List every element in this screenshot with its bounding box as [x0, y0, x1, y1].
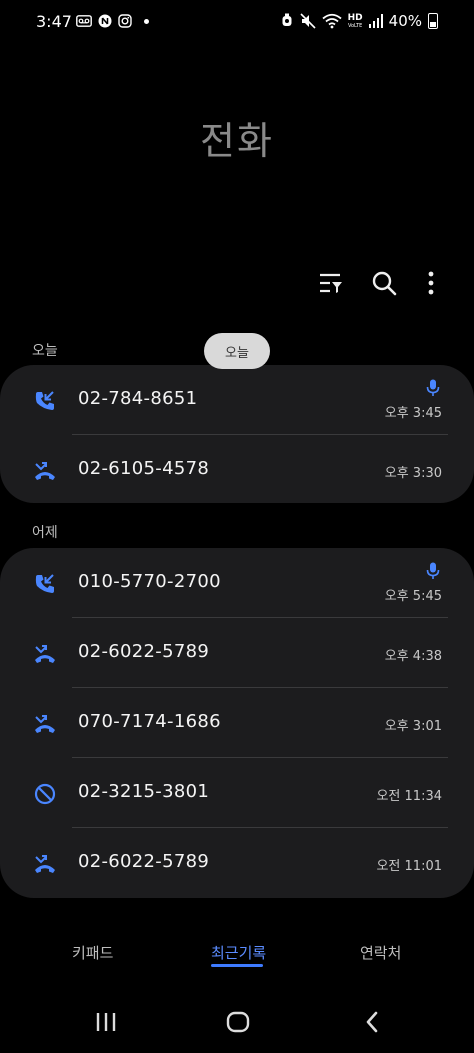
battery-icon: [428, 13, 438, 29]
call-time: 오후 3:45: [384, 406, 442, 421]
call-time: 오후 4:38: [384, 649, 442, 664]
blocked-call-icon: [33, 782, 57, 806]
tab-recents[interactable]: 최근기록: [211, 942, 266, 963]
instagram-icon: [118, 14, 132, 28]
phone-number: 010-5770-2700: [78, 571, 221, 592]
call-time: 오전 11:01: [376, 859, 442, 874]
missed-call-icon: [33, 852, 57, 876]
more-options-button[interactable]: [414, 266, 448, 300]
filter-button[interactable]: [314, 266, 348, 300]
call-log-row[interactable]: 070-7174-1686 오후 3:01: [0, 688, 474, 758]
call-time: 오후 5:45: [384, 589, 442, 604]
status-time: 3:47: [36, 12, 72, 31]
call-log-row[interactable]: 02-6105-4578 오후 3:30: [0, 435, 474, 505]
call-log-card-today: 02-784-8651 오후 3:45 02-6105-4578 오후 3:30: [0, 365, 474, 503]
call-time: 오후 3:01: [384, 719, 442, 734]
phone-number: 02-784-8651: [78, 388, 198, 409]
incoming-call-icon: [33, 572, 57, 596]
incoming-call-icon: [33, 389, 57, 413]
phone-number: 02-3215-3801: [78, 781, 210, 802]
recording-icon: [426, 379, 440, 397]
home-button[interactable]: [218, 1008, 258, 1036]
section-label-today: 오늘: [32, 343, 58, 359]
call-time: 오후 3:30: [384, 466, 442, 481]
missed-call-icon: [33, 642, 57, 666]
more-vertical-icon: [428, 271, 434, 295]
search-icon: [372, 271, 397, 296]
phone-number: 02-6022-5789: [78, 641, 210, 662]
naver-app-icon: [98, 14, 112, 28]
more-notifications-dot: [144, 18, 149, 24]
call-log-card-yesterday: 010-5770-2700 오후 5:45 02-6022-5789 오후 4:…: [0, 548, 474, 898]
bottom-tab-bar: 키패드 최근기록 연락처: [0, 934, 474, 974]
phone-number: 070-7174-1686: [78, 711, 221, 732]
search-button[interactable]: [367, 266, 401, 300]
missed-call-icon: [33, 712, 57, 736]
phone-number: 02-6022-5789: [78, 851, 210, 872]
call-log-row[interactable]: 02-784-8651 오후 3:45: [0, 365, 474, 435]
filter-list-icon: [320, 273, 342, 293]
recording-icon: [426, 562, 440, 580]
system-status-icons: HD VoLTE 40%: [280, 12, 438, 30]
phone-number: 02-6105-4578: [78, 458, 210, 479]
system-nav-bar: [0, 1000, 474, 1053]
battery-percent: 40%: [388, 12, 422, 30]
recent-apps-icon: [96, 1013, 116, 1031]
tab-keypad[interactable]: 키패드: [72, 942, 113, 963]
active-tab-indicator: [211, 964, 263, 967]
home-icon: [226, 1011, 250, 1033]
wifi-icon: [322, 13, 342, 29]
call-log-row[interactable]: 02-6022-5789 오후 4:38: [0, 618, 474, 688]
date-scroll-chip: 오늘: [204, 333, 270, 369]
call-log-row[interactable]: 010-5770-2700 오후 5:45: [0, 548, 474, 618]
call-log-row[interactable]: 02-3215-3801 오전 11:34: [0, 758, 474, 828]
section-label-yesterday: 어제: [32, 525, 58, 541]
back-icon: [366, 1011, 378, 1033]
recent-apps-button[interactable]: [86, 1008, 126, 1036]
alarm-icon: [282, 13, 292, 26]
mute-icon: [300, 13, 316, 29]
signal-icon: [368, 14, 383, 28]
call-time: 오전 11:34: [376, 789, 442, 804]
tab-contacts[interactable]: 연락처: [360, 942, 401, 963]
status-bar: 3:47 HD VoLTE 40%: [0, 0, 474, 42]
missed-call-icon: [33, 459, 57, 483]
notification-icons: [76, 14, 149, 28]
call-log-row[interactable]: 02-6022-5789 오전 11:01: [0, 828, 474, 898]
hd-voice-indicator: HD VoLTE: [347, 12, 363, 29]
page-title: 전화: [200, 119, 274, 163]
back-button[interactable]: [352, 1008, 392, 1036]
voicemail-icon: [76, 15, 92, 27]
